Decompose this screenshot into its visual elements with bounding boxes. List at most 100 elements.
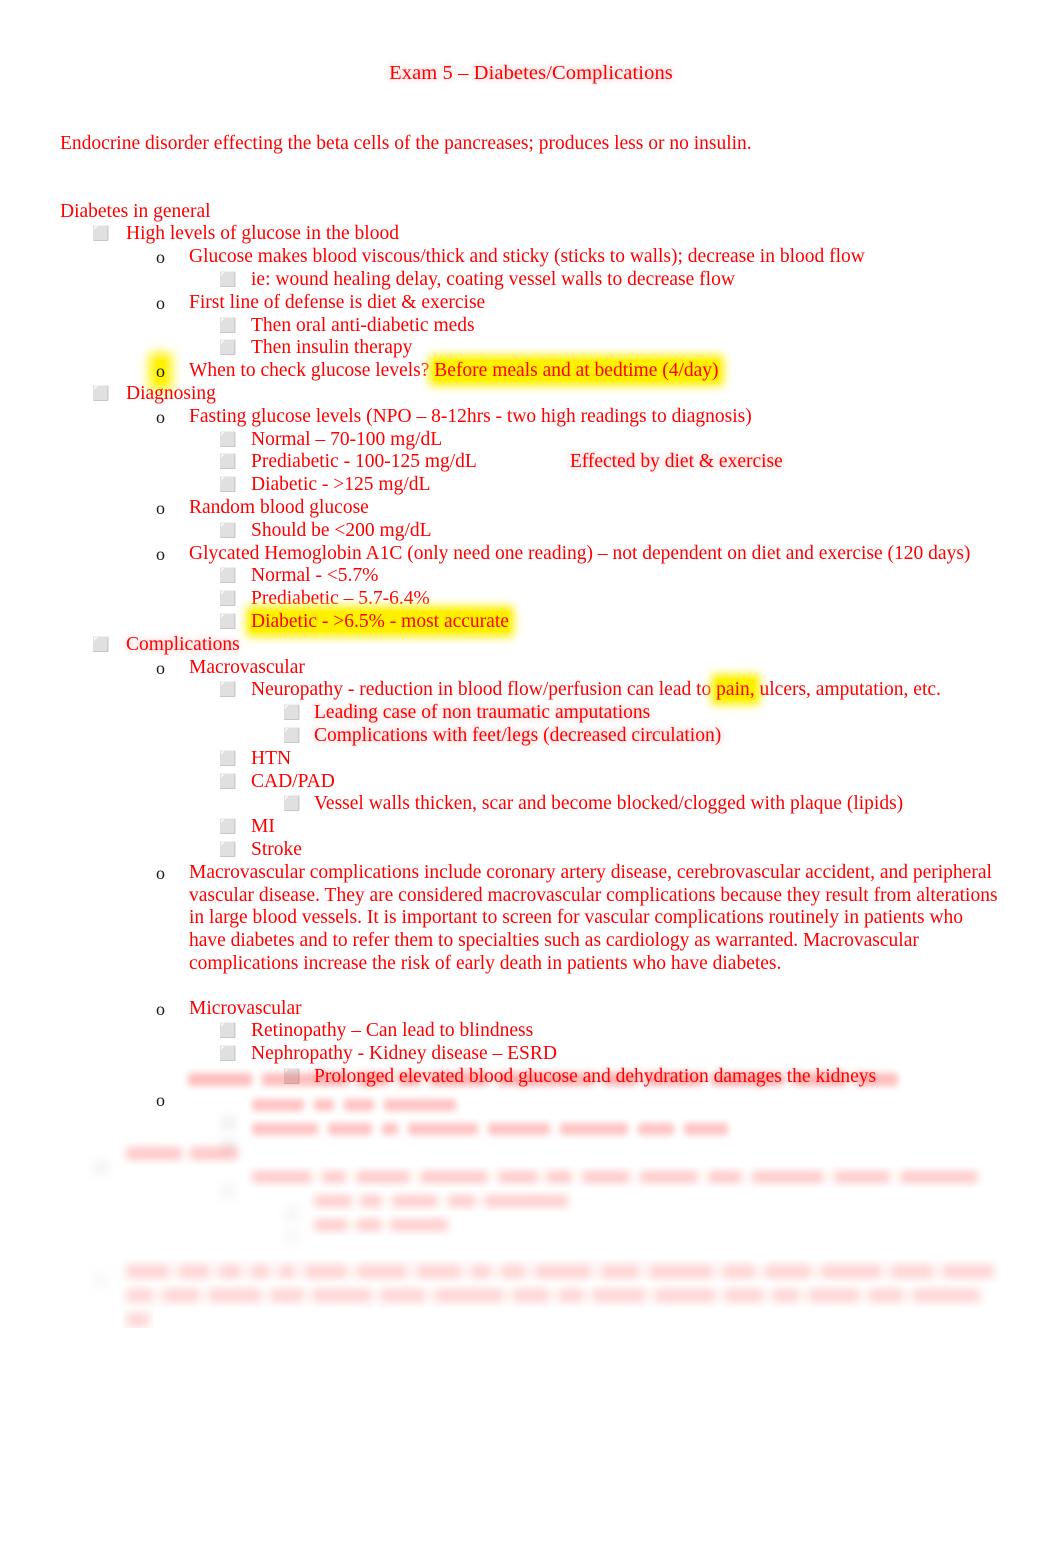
square-bullet-icon: ⬜ xyxy=(92,385,110,402)
list-item: ⬜ Should be <200 mg/dL xyxy=(0,520,1062,543)
square-bullet-icon: ⬜ xyxy=(283,727,301,744)
square-bullet-icon: ⬜ xyxy=(92,1273,110,1290)
o-bullet-icon: o xyxy=(156,1089,165,1110)
o-bullet-icon: o xyxy=(156,998,165,1019)
section-heading-diabetes-in-general: Diabetes in general xyxy=(60,200,211,222)
faded-line xyxy=(126,1157,1062,1180)
faded-line xyxy=(251,1112,1062,1135)
list-item: ⬜ Normal – 70-100 mg/dL xyxy=(0,429,1062,452)
list-item: o Microvascular xyxy=(0,998,1062,1021)
list-item-label: Prediabetic – 5.7-6.4% xyxy=(251,588,430,610)
list-item-label: Vessel walls thicken, scar and become bl… xyxy=(314,793,904,815)
page-title: Exam 5 – Diabetes/Complications xyxy=(389,62,673,84)
list-item-label: HTN xyxy=(251,747,292,769)
macrovascular-complications-paragraph: Macrovascular complications include coro… xyxy=(189,861,998,974)
list-item-label: Microvascular xyxy=(189,997,302,1019)
list-item: ⬜ HTN xyxy=(0,748,1062,771)
faded-line xyxy=(126,1316,1062,1339)
list-item xyxy=(0,1316,1062,1339)
list-item-label: Prediabetic - 100-125 mg/dL Effected by d… xyxy=(251,451,1062,474)
square-bullet-icon: ⬜ xyxy=(219,1137,237,1154)
list-item: ⬜ Normal - <5.7% xyxy=(0,565,1062,588)
list-item: ⬜ Vessel walls thicken, scar and become … xyxy=(0,793,1062,816)
a1c-diabetic-highlight: Diabetic - >6.5% - most accurate xyxy=(251,610,509,632)
fasting-prediabetic-note: Effected by diet & exercise xyxy=(569,451,783,473)
square-bullet-icon: ⬜ xyxy=(283,1205,301,1222)
list-item: ⬜ Nephropathy - Kidney disease – ESRD xyxy=(0,1043,1062,1066)
list-item-label: Retinopathy – Can lead to blindness xyxy=(251,1020,534,1042)
faded-line xyxy=(126,1270,1062,1293)
list-item: ⬜ Then oral anti-diabetic meds xyxy=(0,315,1062,338)
square-bullet-icon: ⬜ xyxy=(92,636,110,653)
list-item-label: Macrovascular xyxy=(189,656,305,678)
list-item: ⬜ Complications with feet/legs (decrease… xyxy=(0,725,1062,748)
faded-content-region: o ⬜ ⬜ ⬜ ⬜ ⬜ ⬜ ⬜ xyxy=(0,1089,1062,1339)
o-bullet-icon: o xyxy=(156,497,165,518)
when-to-check-answer-highlight: Before meals and at bedtime (4/day) xyxy=(434,360,719,382)
faded-line xyxy=(251,1180,1062,1203)
list-item: ⬜ MI xyxy=(0,816,1062,839)
list-item: ⬜ xyxy=(0,1157,1062,1180)
list-item: ⬜ Neuropathy - reduction in blood flow/p… xyxy=(0,679,1062,702)
list-item-label: Diabetic - >6.5% - most accurate xyxy=(251,610,1062,634)
list-item: ⬜ Stroke xyxy=(0,839,1062,862)
list-item-label: Glycated Hemoglobin A1C (only need one r… xyxy=(189,542,971,564)
list-item-label: Complications with feet/legs (decreased … xyxy=(314,724,722,746)
neuropathy-text-end: ulcers, amputation, etc. xyxy=(754,679,941,701)
square-bullet-icon: ⬜ xyxy=(219,1183,237,1200)
fasting-prediabetic-range: Prediabetic - 100-125 mg/dL xyxy=(251,451,477,473)
square-bullet-icon: ⬜ xyxy=(219,682,237,699)
list-item-label: High levels of glucose in the blood xyxy=(126,223,399,245)
o-bullet-icon: o xyxy=(156,247,165,268)
list-item-label: Leading case of non traumatic amputation… xyxy=(314,702,651,724)
o-bullet-icon: o xyxy=(156,862,165,883)
square-bullet-icon: ⬜ xyxy=(219,613,237,630)
list-item: o When to check glucose levels? Before m… xyxy=(0,360,1062,383)
list-item: ⬜ Diabetic - >125 mg/dL xyxy=(0,474,1062,497)
list-item xyxy=(0,1293,1062,1316)
square-bullet-icon: ⬜ xyxy=(283,1228,301,1245)
square-bullet-icon: ⬜ xyxy=(92,1160,110,1177)
list-item: ⬜ Then insulin therapy xyxy=(0,337,1062,360)
square-bullet-icon: ⬜ xyxy=(219,522,237,539)
list-item: ⬜ xyxy=(0,1226,1062,1249)
square-bullet-icon: ⬜ xyxy=(219,454,237,471)
square-bullet-icon: ⬜ xyxy=(219,477,237,494)
square-bullet-icon: ⬜ xyxy=(219,340,237,357)
list-item: ⬜ Prediabetic – 5.7-6.4% xyxy=(0,588,1062,611)
list-item: ⬜ Prediabetic - 100-125 mg/dL Effected by… xyxy=(0,451,1062,474)
list-item-label: Normal – 70-100 mg/dL xyxy=(251,428,443,450)
list-item: ⬜ CAD/PAD xyxy=(0,771,1062,794)
square-bullet-icon: ⬜ xyxy=(219,591,237,608)
list-item: ⬜ Diabetic - >6.5% - most accurate xyxy=(0,610,1062,634)
square-bullet-icon: ⬜ xyxy=(219,819,237,836)
list-item-label: Then insulin therapy xyxy=(251,337,413,359)
list-item: ⬜ High levels of glucose in the blood xyxy=(0,223,1062,246)
list-item-label: Normal - <5.7% xyxy=(251,565,379,587)
list-item: ⬜ xyxy=(0,1112,1062,1135)
o-bullet-icon: o xyxy=(156,292,165,313)
list-item-label: Random blood glucose xyxy=(189,496,369,518)
list-item-label: Stroke xyxy=(251,838,302,860)
faded-line xyxy=(251,1134,1062,1157)
list-item: ⬜ Retinopathy – Can lead to blindness xyxy=(0,1020,1062,1043)
square-bullet-icon: ⬜ xyxy=(219,1023,237,1040)
square-bullet-icon: ⬜ xyxy=(219,773,237,790)
square-bullet-icon: ⬜ xyxy=(219,568,237,585)
list-item: ⬜ Diagnosing xyxy=(0,383,1062,406)
list-item: o Fasting glucose levels (NPO – 8-12hrs … xyxy=(0,406,1062,429)
list-item: o Glycated Hemoglobin A1C (only need one… xyxy=(0,543,1062,566)
list-item: ⬜ xyxy=(0,1134,1062,1157)
faded-line xyxy=(314,1203,1062,1226)
list-item: ⬜ Prolonged elevated blood glucose and d… xyxy=(0,1066,1062,1089)
square-bullet-icon: ⬜ xyxy=(219,271,237,288)
list-item-label: Neuropathy - reduction in blood flow/per… xyxy=(251,679,1062,702)
document-page: Exam 5 – Diabetes/Complications Endocrin… xyxy=(0,0,1062,1561)
list-item-label: Diagnosing xyxy=(126,382,216,404)
faded-line xyxy=(189,1089,1062,1112)
list-item-label: CAD/PAD xyxy=(251,770,335,792)
list-item: ⬜ xyxy=(0,1270,1062,1293)
